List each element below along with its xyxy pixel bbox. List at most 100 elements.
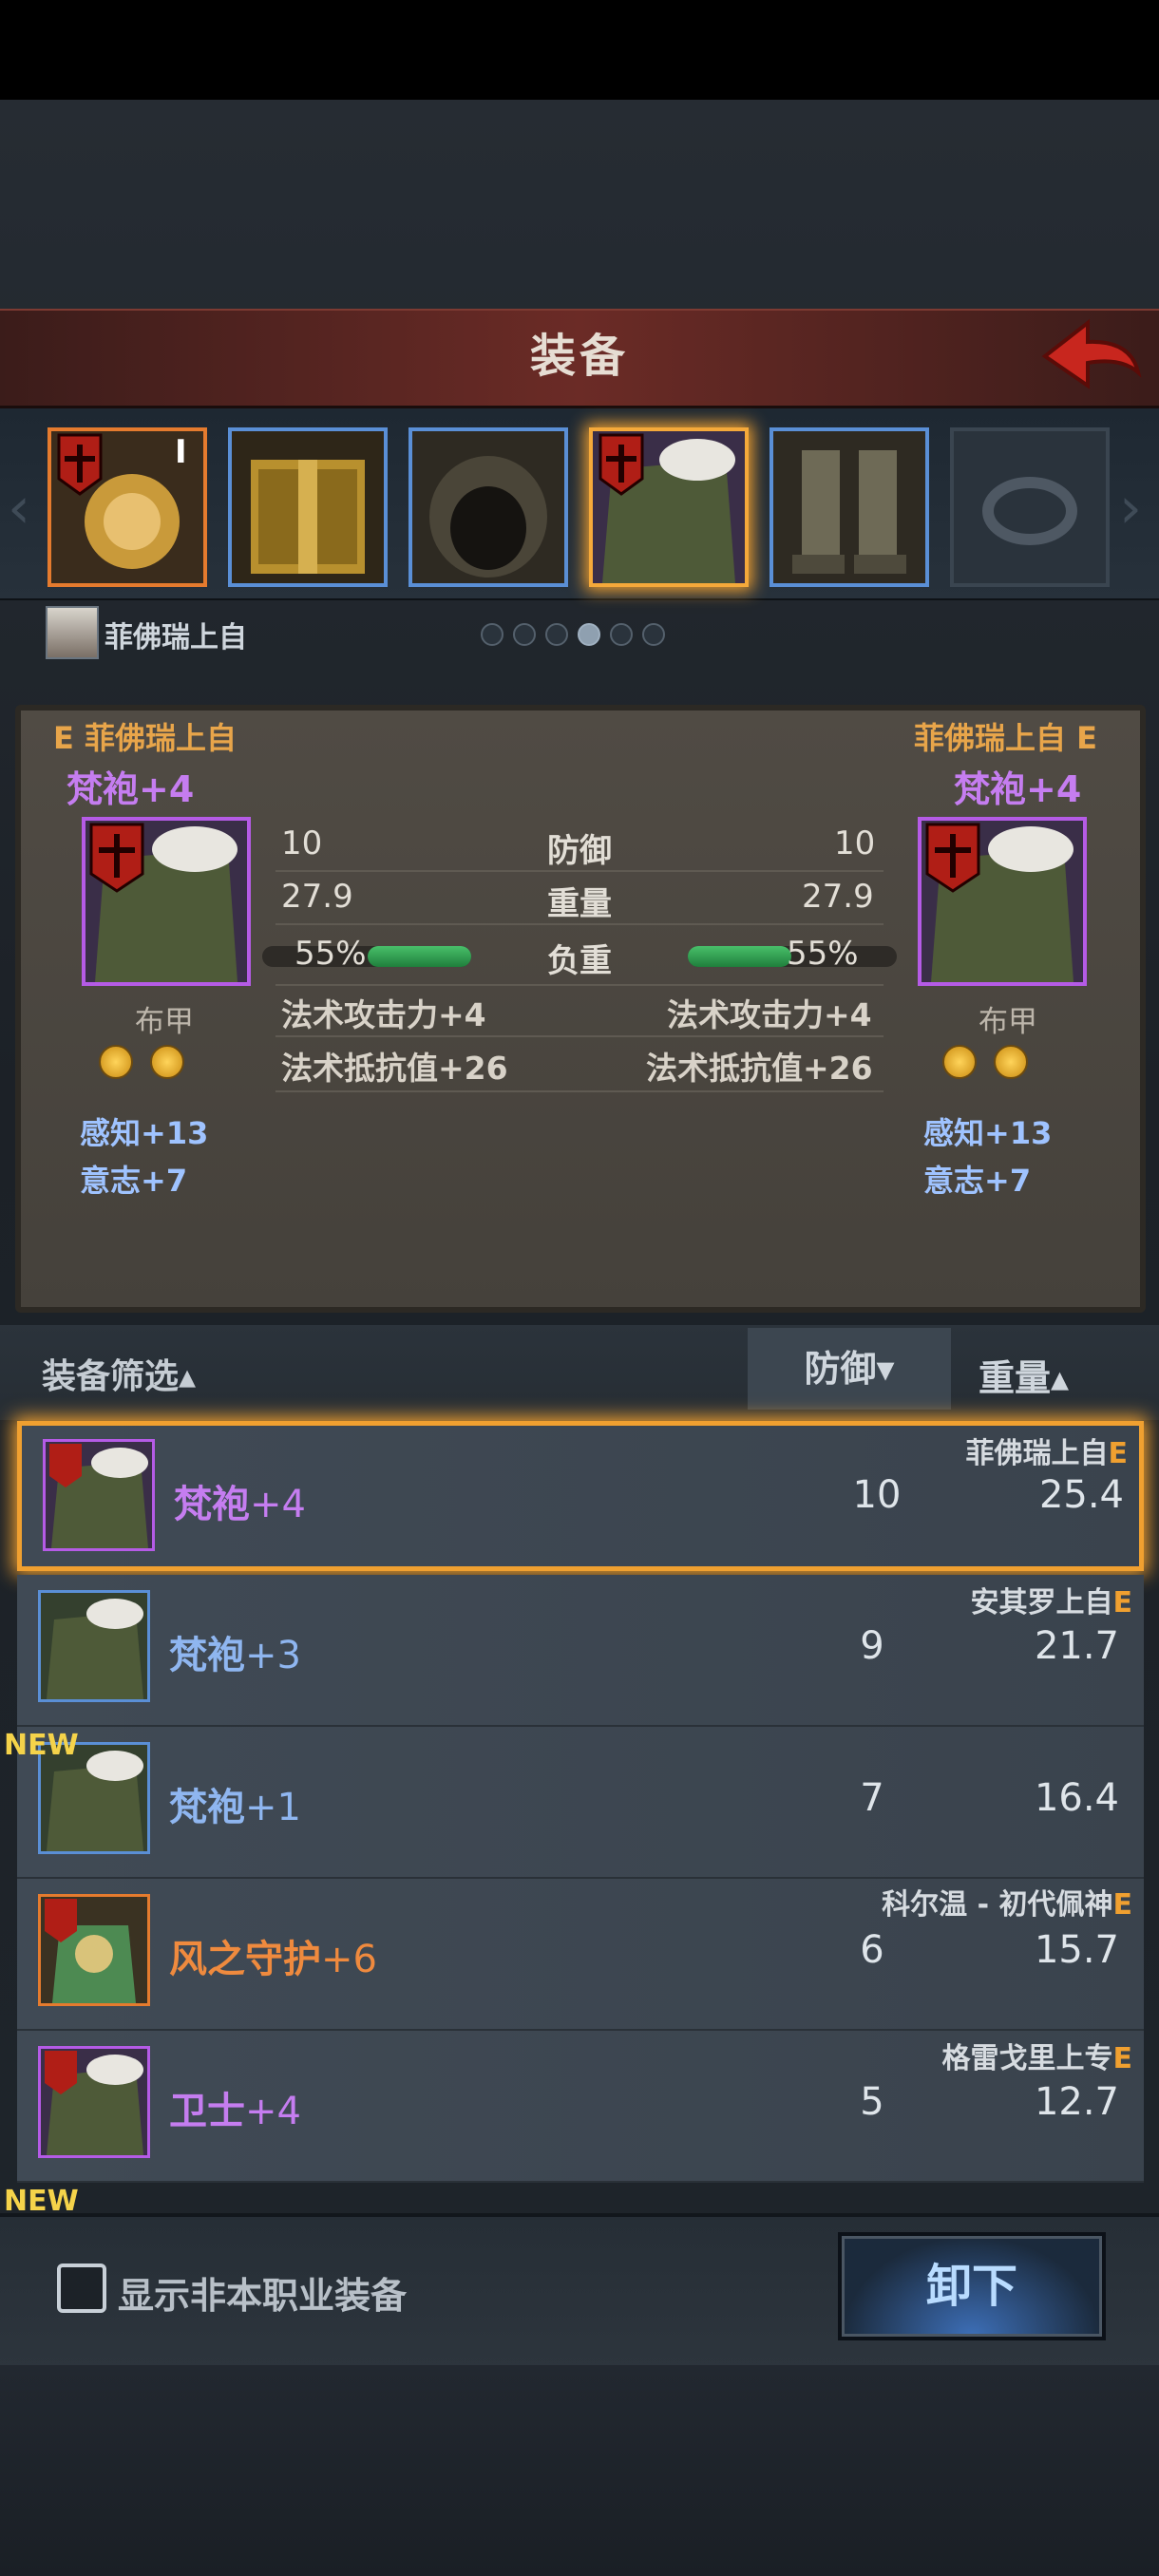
row-owner: 安其罗上自E xyxy=(970,1586,1133,1619)
row-weight: 25.4 xyxy=(1038,1473,1124,1517)
status-bar xyxy=(0,0,1159,100)
robe-icon xyxy=(41,2049,147,2155)
lower-background xyxy=(0,2365,1159,2576)
right-owner: 菲佛瑞上自 E xyxy=(914,720,1098,756)
row-defense: 6 xyxy=(860,1928,884,1972)
back-button[interactable] xyxy=(1036,313,1150,399)
page-title: 装备 xyxy=(529,330,629,383)
show-other-class-label[interactable]: 显示非本职业装备 xyxy=(118,2266,407,2319)
row-defense: 5 xyxy=(860,2080,884,2124)
row-item-name: 梵袍+4 xyxy=(174,1483,306,1526)
new-badge-partial: NEW xyxy=(4,2185,79,2213)
left-bonus-1: 法术攻击力+4 xyxy=(281,996,486,1033)
row-defense: 9 xyxy=(860,1624,884,1668)
robe-icon xyxy=(86,821,247,982)
slot-chest[interactable] xyxy=(228,427,388,587)
left-gem-icon-2 xyxy=(150,1045,184,1079)
character-avatar xyxy=(46,606,99,659)
left-load-percent: 55% xyxy=(294,935,367,973)
left-attr-2: 意志+7 xyxy=(80,1163,188,1199)
page-dot-3[interactable] xyxy=(545,623,568,646)
left-armor-type: 布甲 xyxy=(135,1005,194,1039)
back-arrow-icon xyxy=(1041,318,1142,389)
robe-icon xyxy=(593,431,745,583)
right-load-bar-fill xyxy=(688,946,791,967)
item-row-4[interactable]: 科尔温 - 初代佩神E 风之守护+6 6 15.7 xyxy=(17,1879,1144,2031)
right-item-name: 梵袍+4 xyxy=(954,768,1082,810)
row-owner: 菲佛瑞上自E xyxy=(965,1437,1129,1470)
sort-defense-button[interactable]: 防御▾ xyxy=(748,1328,951,1410)
slots-prev-arrow-icon[interactable]: ‹ xyxy=(8,475,30,541)
sort-weight-button[interactable]: 重量▴ xyxy=(978,1349,1069,1401)
right-gem-icon-1 xyxy=(942,1045,977,1079)
right-item-icon xyxy=(918,817,1087,986)
left-item-icon xyxy=(82,817,251,986)
row-defense: 7 xyxy=(860,1776,884,1820)
defense-label: 防御 xyxy=(547,832,612,870)
left-gem-icon-1 xyxy=(99,1045,133,1079)
equipment-filter-button[interactable]: 装备筛选▴ xyxy=(42,1349,196,1398)
right-bonus-2: 法术抵抗值+26 xyxy=(646,1050,873,1087)
boots-icon xyxy=(773,431,925,583)
right-armor-type: 布甲 xyxy=(978,1005,1037,1039)
slot-helm[interactable]: I xyxy=(48,427,207,587)
divider xyxy=(276,923,884,925)
right-weight: 27.9 xyxy=(802,878,874,916)
item-row-5[interactable]: 格雷戈里上专E 卫士+4 5 12.7 xyxy=(17,2031,1144,2183)
item-row-1[interactable]: 菲佛瑞上自E 梵袍+4 10 25.4 xyxy=(17,1421,1144,1571)
row-weight: 21.7 xyxy=(1034,1624,1119,1668)
slot-hood[interactable] xyxy=(408,427,568,587)
row-owner: 格雷戈里上专E xyxy=(941,2042,1133,2075)
page-dot-5[interactable] xyxy=(610,623,633,646)
left-item-name: 梵袍+4 xyxy=(66,768,195,810)
row-item-name: 风之守护+6 xyxy=(169,1938,377,1981)
robe-icon xyxy=(922,821,1083,982)
row-item-icon xyxy=(38,1590,150,1702)
row-weight: 15.7 xyxy=(1034,1928,1119,1972)
divider xyxy=(276,1090,884,1092)
page-dot-2[interactable] xyxy=(513,623,536,646)
left-defense: 10 xyxy=(281,824,323,862)
item-row-3[interactable]: 梵袍+1 7 16.4 xyxy=(17,1727,1144,1879)
robe-icon xyxy=(41,1593,147,1699)
divider xyxy=(276,1035,884,1037)
hood-icon xyxy=(412,431,564,583)
show-other-class-checkbox[interactable] xyxy=(57,2263,106,2313)
right-load-percent: 55% xyxy=(787,935,859,973)
right-attr-2: 意志+7 xyxy=(923,1163,1032,1199)
slot-ring[interactable] xyxy=(950,427,1110,587)
chest-trunk-icon xyxy=(232,431,384,583)
new-badge: NEW xyxy=(4,1729,79,1762)
slots-next-arrow-icon[interactable]: › xyxy=(1119,475,1142,541)
right-attr-1: 感知+13 xyxy=(923,1115,1053,1151)
right-gem-icon-2 xyxy=(994,1045,1028,1079)
right-defense: 10 xyxy=(834,824,876,862)
slot-boots[interactable] xyxy=(770,427,929,587)
item-row-2[interactable]: 安其罗上自E 梵袍+3 9 21.7 xyxy=(17,1575,1144,1727)
wind-guard-armor-icon xyxy=(41,1897,147,2003)
robe-icon xyxy=(46,1442,152,1548)
slot-robe[interactable] xyxy=(589,427,749,587)
left-weight: 27.9 xyxy=(281,878,353,916)
row-item-name: 卫士+4 xyxy=(169,2090,301,2133)
row-item-name: 梵袍+3 xyxy=(169,1634,301,1677)
row-item-icon xyxy=(38,2046,150,2158)
ring-icon xyxy=(982,477,1077,545)
load-label: 负重 xyxy=(547,942,612,980)
left-load-bar-fill xyxy=(368,946,471,967)
character-name: 菲佛瑞上自 xyxy=(104,621,247,654)
row-item-icon xyxy=(38,1894,150,2006)
page-dot-6[interactable] xyxy=(642,623,665,646)
weight-label: 重量 xyxy=(547,885,612,923)
left-attr-1: 感知+13 xyxy=(80,1115,209,1151)
row-owner: 科尔温 - 初代佩神E xyxy=(882,1888,1132,1922)
page-dot-1[interactable] xyxy=(481,623,504,646)
row-weight: 16.4 xyxy=(1034,1776,1119,1820)
row-item-icon xyxy=(43,1439,155,1551)
unequip-button[interactable]: 卸下 xyxy=(838,2232,1106,2340)
page-dot-4[interactable] xyxy=(578,623,600,646)
slot-tier-badge: I xyxy=(175,433,187,471)
row-item-name: 梵袍+1 xyxy=(169,1786,301,1829)
left-bonus-2: 法术抵抗值+26 xyxy=(281,1050,508,1087)
row-defense: 10 xyxy=(852,1473,902,1517)
